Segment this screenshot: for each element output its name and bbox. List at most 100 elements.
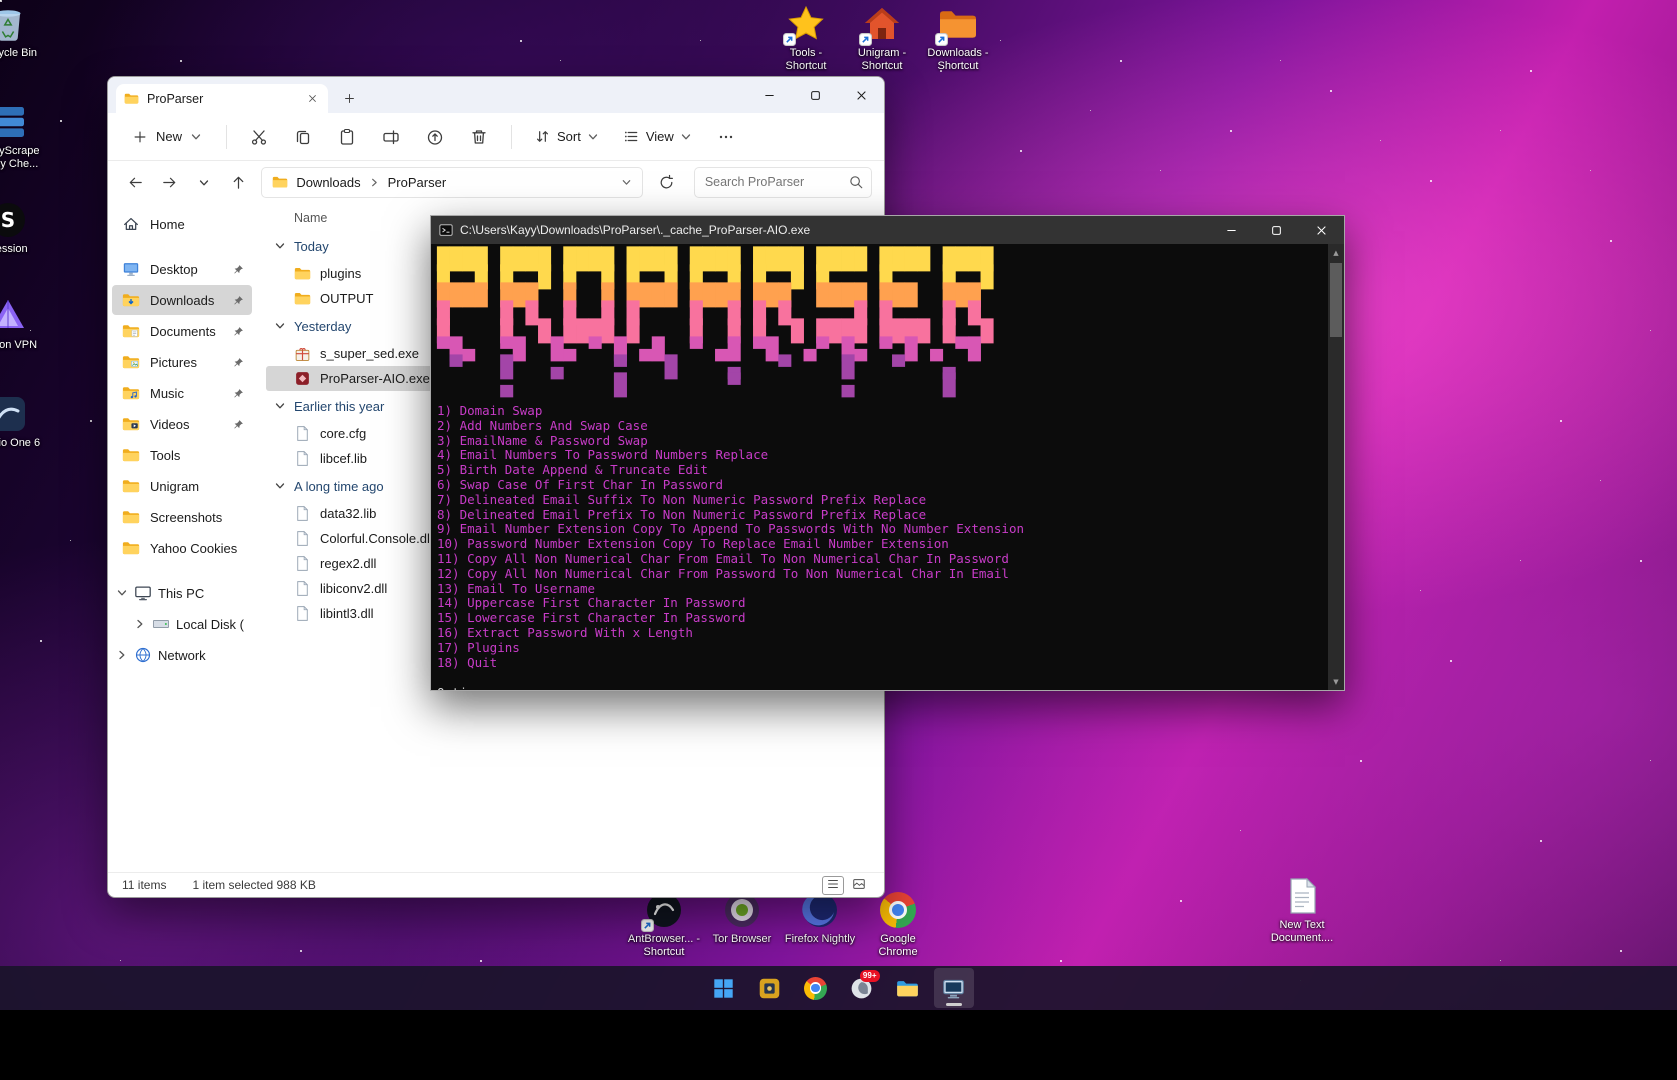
chevron-right-icon[interactable] [134,618,146,630]
sidebar-item-yahoo-cookies[interactable]: Yahoo Cookies [112,533,252,563]
sidebar-gap [112,564,252,578]
file-icon [294,555,311,572]
pin-icon [233,357,244,368]
item-count: 11 items [122,878,166,892]
sidebar-item-downloads[interactable]: Downloads [112,285,252,315]
chevron-down-icon[interactable] [621,177,632,188]
taskbar: 99+ [0,966,1677,1010]
taskbar-icon-badged-app[interactable]: 99+ [842,968,882,1008]
desktop-icon-google-chrome[interactable]: Google Chrome [860,890,936,959]
scrollbar-thumb[interactable] [1330,263,1342,337]
refresh-button[interactable] [651,166,681,198]
pin-icon [233,326,244,337]
chevron-right-icon[interactable] [116,649,128,661]
desktop-icon-session[interactable]: SSession [0,200,46,256]
desktop-icon-new-text-document[interactable]: New Text Document.... [1264,876,1340,945]
file-icon [294,580,311,597]
sidebar-item-this-pc[interactable]: This PC [112,578,252,608]
sidebar-item-desktop[interactable]: Desktop [112,254,252,284]
new-tab-button[interactable] [336,85,362,111]
maximize-button[interactable] [1254,216,1299,244]
copy-button[interactable] [285,120,321,154]
sidebar-item-unigram[interactable]: Unigram [112,471,252,501]
delete-button[interactable] [461,120,497,154]
search-icon [848,174,864,190]
back-button[interactable] [120,166,150,198]
close-button[interactable] [838,77,884,113]
thumbnail-view-icon [852,877,866,894]
search-input[interactable] [694,167,872,198]
tab-close-icon[interactable] [304,91,320,107]
console-window-controls [1209,216,1344,244]
chevron-down-icon[interactable] [116,587,128,599]
sidebar-item-tools[interactable]: Tools [112,440,252,470]
sort-button[interactable]: Sort [526,122,607,151]
sidebar-item-label: Music [150,386,184,401]
sidebar-item-screenshots[interactable]: Screenshots [112,502,252,532]
copy-icon [294,128,312,146]
rename-button[interactable] [373,120,409,154]
taskbar-icon-file-explorer[interactable] [888,968,928,1008]
desktop-icon-recycle-bin[interactable]: Recycle Bin [0,4,46,60]
sidebar-item-videos[interactable]: Videos [112,409,252,439]
taskbar-icon-start[interactable] [704,968,744,1008]
close-button[interactable] [1299,216,1344,244]
taskbar-icon-console-app[interactable] [934,968,974,1008]
desktop-icon-tools-shortcut[interactable]: Tools - Shortcut [768,4,844,73]
desktop-icon-studio-one-6[interactable]: Studio One 6 [0,394,46,450]
minimize-button[interactable] [746,77,792,113]
scroll-up-icon[interactable]: ▲ [1328,245,1344,260]
paste-button[interactable] [329,120,365,154]
desktop-icon-antbrowser-shortcut[interactable]: AntBrowser... - Shortcut [626,890,702,959]
taskbar-icon-sed-app[interactable] [750,968,790,1008]
thumbnail-view-toggle[interactable] [848,876,870,895]
console-icon [439,223,453,237]
chevron-down-icon [274,320,286,332]
desktop-icon-label: AntBrowser... - Shortcut [626,933,702,959]
file-name: libintl3.dll [320,606,373,621]
sidebar-item-network[interactable]: Network [112,640,252,670]
folder-icon [122,446,140,464]
desktop-icon-downloads-shortcut[interactable]: Downloads - Shortcut [920,4,996,73]
sidebar-item-local-disk-c[interactable]: Local Disk (C:) [112,609,252,639]
desktop-icon-firefox-nightly[interactable]: Firefox Nightly [782,890,858,946]
chevron-right-icon [369,177,380,188]
pin-icon [233,295,244,306]
shortcut-overlay-icon [859,33,872,46]
videos-icon [122,415,140,433]
desktop-icon-proton-vpn[interactable]: Proton VPN [0,296,46,352]
recent-locations-button[interactable] [189,166,219,198]
more-options-button[interactable] [708,120,744,154]
breadcrumb-proparser[interactable]: ProParser [388,175,447,190]
sidebar-item-music[interactable]: Music [112,378,252,408]
breadcrumb-downloads[interactable]: Downloads [296,175,360,190]
scroll-down-icon[interactable]: ▼ [1328,674,1344,689]
sidebar-item-documents[interactable]: Documents [112,316,252,346]
sidebar-item-pictures[interactable]: Pictures [112,347,252,377]
sidebar-item-label: Downloads [150,293,214,308]
new-button[interactable]: New [122,123,212,151]
forward-button[interactable] [154,166,184,198]
downloads-icon [122,291,140,309]
group-label: Today [294,239,329,254]
explorer-tab[interactable]: ProParser [116,84,328,113]
address-box[interactable]: Downloads ProParser [261,167,643,198]
sidebar-item-label: Yahoo Cookies [150,541,237,556]
desktop-icon-proxyscrape[interactable]: ProxyScrape Proxy Che... [0,102,46,171]
details-view-toggle[interactable] [822,876,844,895]
maximize-button[interactable] [792,77,838,113]
share-button[interactable] [417,120,453,154]
console-prompt[interactable]: Option: [437,685,1320,690]
console-title-bar[interactable]: C:\Users\Kayy\Downloads\ProParser\._cach… [431,216,1344,244]
up-button[interactable] [223,166,253,198]
desktop-icon-unigram-shortcut[interactable]: Unigram - Shortcut [844,4,920,73]
console-scrollbar[interactable]: ▲ ▼ [1328,244,1344,690]
sidebar-item-home[interactable]: Home [112,209,252,239]
view-button[interactable]: View [615,122,700,151]
minimize-button[interactable] [1209,216,1254,244]
desktop-icon-tor-browser[interactable]: Tor Browser [704,890,780,946]
desktop-icon-label: Tor Browser [713,933,772,946]
ascii-art-proparser: ████ ████ ████ ████ ████ ████ ████ ████ … [437,250,1320,286]
cut-button[interactable] [241,120,277,154]
taskbar-icon-chrome[interactable] [796,968,836,1008]
